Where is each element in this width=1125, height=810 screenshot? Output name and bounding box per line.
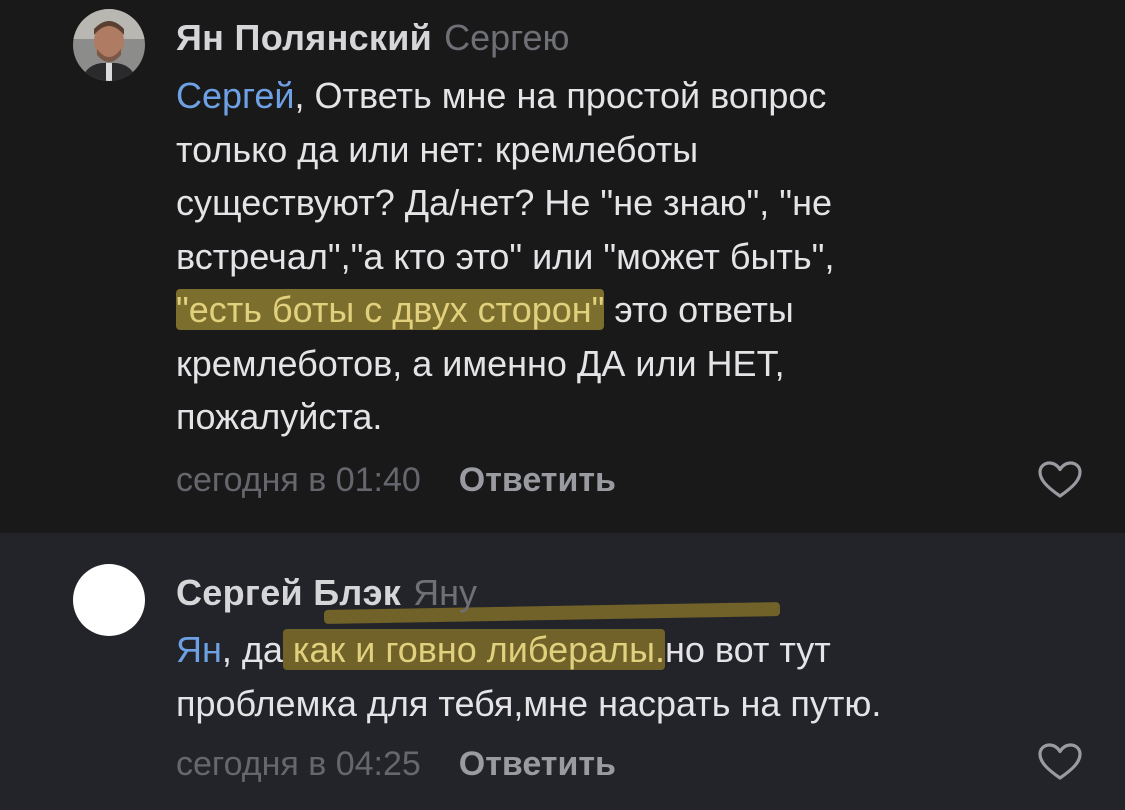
avatar[interactable] <box>73 564 145 636</box>
reply-button[interactable]: Ответить <box>459 461 616 499</box>
highlighted-text: как и говно либералы. <box>282 629 666 670</box>
comment: Сергей Блэк Яну Ян, да как и говно либера… <box>0 533 1125 810</box>
reply-button[interactable]: Ответить <box>459 745 616 783</box>
heart-outline-icon <box>1038 461 1082 498</box>
comment-text-part: , да <box>221 629 283 670</box>
comment: Ян Полянский Сергею Сергей, Ответь мне на… <box>0 0 1125 533</box>
avatar-photo-icon <box>73 9 145 81</box>
timestamp: сегодня в 04:25 <box>176 745 421 783</box>
highlighted-text: "есть боты с двух сторон" <box>176 289 605 330</box>
like-button[interactable] <box>1037 460 1083 500</box>
like-button[interactable] <box>1037 742 1083 782</box>
comment-footer: сегодня в 04:25 Ответить <box>176 744 616 784</box>
comment-footer: сегодня в 01:40 Ответить <box>176 460 616 500</box>
author-name[interactable]: Сергей Блэк <box>176 572 401 613</box>
avatar[interactable] <box>73 9 145 81</box>
comment-header: Ян Полянский Сергею <box>176 18 570 58</box>
author-name[interactable]: Ян Полянский <box>176 17 432 58</box>
comment-text: Сергей, Ответь мне на простой вопрос тол… <box>176 69 1056 444</box>
reply-to-label[interactable]: Сергею <box>444 17 569 58</box>
comment-header: Сергей Блэк Яну <box>176 573 477 613</box>
reply-to-label[interactable]: Яну <box>413 572 477 613</box>
comment-text: Ян, да как и говно либералы.но вот тут п… <box>176 623 1056 730</box>
mention-link[interactable]: Ян <box>176 629 222 670</box>
heart-outline-icon <box>1038 743 1082 780</box>
timestamp: сегодня в 01:40 <box>176 461 421 499</box>
mention-link[interactable]: Сергей <box>176 75 295 116</box>
